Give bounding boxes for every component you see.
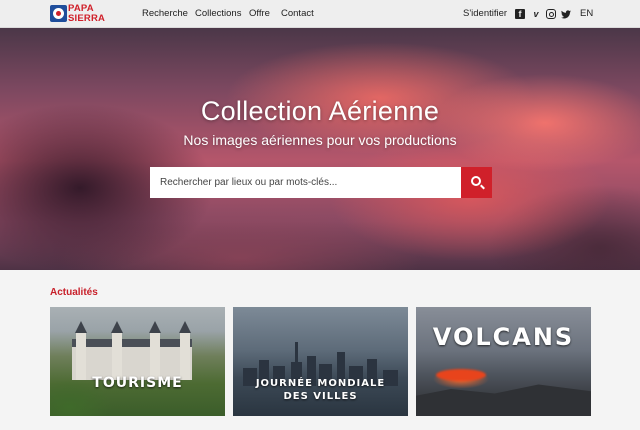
news-card-journee-mondiale[interactable]: JOURNÉE MONDIALE DES VILLES [233,307,408,416]
logo-line-2: SIERRA [68,13,106,24]
news-card-tourisme[interactable]: TOURISME [50,307,225,416]
search-button[interactable] [461,167,492,198]
castle-illustration [72,321,192,380]
vimeo-icon[interactable]: v [531,9,541,19]
news-section-title: Actualités [50,287,98,298]
lava-glow [436,369,486,381]
search-icon [471,176,481,186]
news-card-label: TOURISME [92,375,183,391]
twitter-icon[interactable] [561,9,571,19]
top-navbar: PAPA SIERRA Recherche Collections Offre … [0,0,640,28]
logo-wordmark: PAPA SIERRA [68,4,106,24]
news-card-label: JOURNÉE MONDIALE DES VILLES [233,377,408,403]
search-input[interactable] [150,167,461,198]
facebook-icon[interactable]: f [515,9,525,19]
label-line-2: DES VILLES [283,391,358,402]
hero-subtitle: Nos images aériennes pour vos production… [183,132,457,148]
label-line-1: JOURNÉE MONDIALE [255,378,386,389]
nav-item-contact[interactable]: Contact [281,0,314,28]
news-card-volcans[interactable]: VOLCANS [416,307,591,416]
hero-banner: Collection Aérienne Nos images aériennes… [0,28,640,270]
nav-item-offre[interactable]: Offre [249,0,270,28]
nav-item-recherche[interactable]: Recherche [142,0,188,28]
logo-mark-icon [50,5,67,22]
hero-title: Collection Aérienne [200,96,440,126]
nav-item-collections[interactable]: Collections [195,0,241,28]
news-card-label: VOLCANS [432,323,575,351]
language-switch[interactable]: EN [580,0,593,28]
login-link[interactable]: S'identifier [463,0,507,28]
brand-logo[interactable]: PAPA SIERRA [50,4,106,24]
instagram-icon[interactable] [546,9,556,19]
